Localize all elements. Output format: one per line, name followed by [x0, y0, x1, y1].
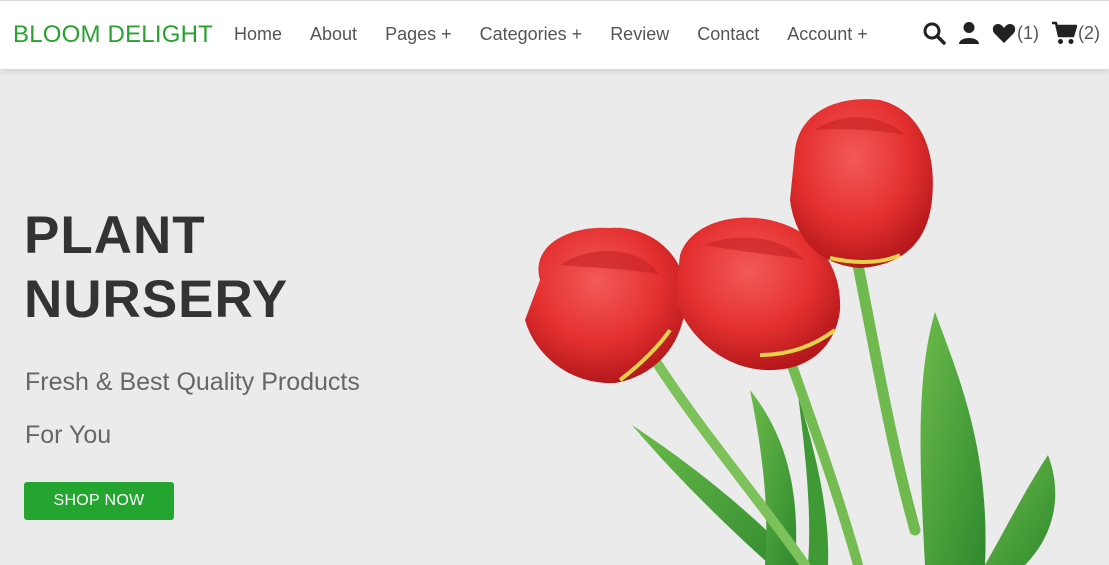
hero-banner: PLANT NURSERY Fresh & Best Quality Produ…	[0, 69, 1109, 565]
heart-icon	[992, 24, 1016, 43]
brand-logo[interactable]: BLOOM DELIGHT	[13, 21, 213, 49]
shop-now-button[interactable]: SHOP NOW	[24, 482, 174, 520]
nav-link-account[interactable]: Account +	[787, 24, 868, 45]
red-tulips-image	[525, 99, 1056, 565]
cart-count: (2)	[1078, 22, 1100, 43]
hero-subtitle-line2: For You	[25, 421, 112, 449]
cart-button[interactable]: (2)	[1051, 21, 1100, 45]
nav-link-review[interactable]: Review	[610, 24, 669, 45]
top-navbar: BLOOM DELIGHT Home About Pages + Categor…	[0, 0, 1109, 69]
hero-title: PLANT NURSERY	[24, 204, 444, 332]
nav-link-contact[interactable]: Contact	[697, 24, 759, 45]
nav-link-categories[interactable]: Categories +	[480, 24, 583, 45]
nav-link-about[interactable]: About	[310, 24, 357, 45]
cart-icon	[1052, 21, 1077, 44]
hero-subtitle-line1: Fresh & Best Quality Products	[25, 368, 360, 396]
hero-title-line1: PLANT	[24, 206, 206, 265]
wishlist-button[interactable]: (1)	[992, 22, 1039, 44]
main-nav: Home About Pages + Categories + Review C…	[234, 24, 896, 45]
header-icons: (1) (2)	[910, 21, 1100, 45]
search-icon[interactable]	[922, 21, 946, 45]
nav-link-pages[interactable]: Pages +	[385, 24, 452, 45]
wishlist-count: (1)	[1017, 22, 1039, 43]
nav-link-home[interactable]: Home	[234, 24, 282, 45]
hero-title-line2: NURSERY	[24, 270, 289, 329]
user-icon[interactable]	[958, 21, 980, 45]
hero-subtitle: Fresh & Best Quality Products For You	[25, 356, 425, 462]
